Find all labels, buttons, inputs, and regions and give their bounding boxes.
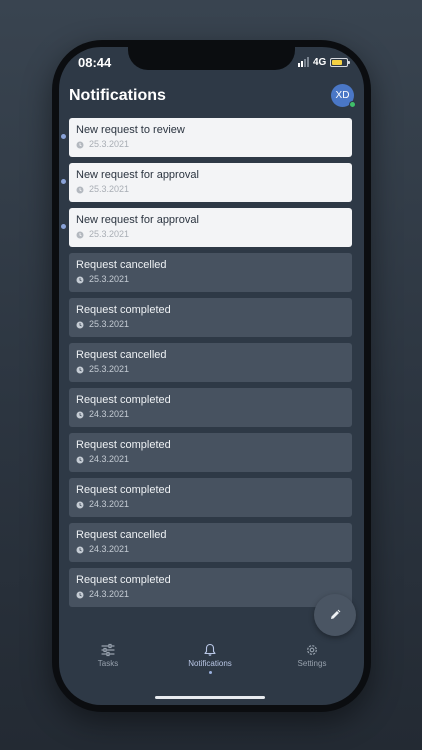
page-title: Notifications: [69, 87, 166, 104]
clock-icon: [76, 186, 84, 193]
notification-title: Request completed: [76, 304, 171, 316]
notification-date: 25.3.2021: [89, 319, 130, 329]
notification-meta: 25.3.2021: [76, 139, 345, 150]
tab-label-notifications: Notifications: [188, 659, 232, 668]
clock-icon: [76, 141, 84, 148]
notification-title: Request completed: [76, 574, 171, 586]
notification-item[interactable]: Request completed 25.3.2021: [69, 298, 352, 337]
notification-title: Request completed: [76, 394, 171, 406]
status-time: 08:44: [78, 55, 112, 70]
home-indicator: [155, 696, 265, 699]
notification-date: 24.3.2021: [89, 499, 130, 509]
tab-settings[interactable]: Settings: [272, 643, 352, 668]
notification-date: 24.3.2021: [89, 589, 130, 599]
gear-icon: [307, 645, 317, 655]
notification-title: Request completed: [76, 484, 171, 496]
notification-date: 24.3.2021: [89, 409, 130, 419]
notification-item[interactable]: Request cancelled 25.3.2021: [69, 253, 352, 292]
notification-meta: 25.3.2021: [76, 184, 345, 195]
clock-icon: [76, 591, 84, 598]
bell-icon: [204, 643, 216, 656]
clock-icon: [76, 276, 84, 283]
notification-item[interactable]: New request to review 25.3.2021: [61, 118, 352, 157]
compose-button[interactable]: [314, 594, 356, 636]
signal-icon: [298, 57, 309, 67]
online-status-dot: [349, 101, 356, 108]
unread-indicator: [61, 179, 66, 184]
pencil-icon: [331, 609, 341, 619]
notification-date: 25.3.2021: [89, 274, 130, 284]
tab-tasks[interactable]: Tasks: [68, 643, 148, 668]
notification-meta: 24.3.2021: [76, 589, 345, 600]
network-type: 4G: [313, 56, 327, 68]
notification-item[interactable]: New request for approval 25.3.2021: [61, 163, 352, 202]
notification-meta: 25.3.2021: [76, 364, 345, 375]
notification-item[interactable]: Request cancelled 25.3.2021: [69, 343, 352, 382]
notification-title: New request for approval: [76, 214, 199, 226]
notification-date: 25.3.2021: [89, 139, 130, 149]
notification-title: New request for approval: [76, 169, 199, 181]
notification-date: 25.3.2021: [89, 229, 130, 239]
notification-item[interactable]: Request completed 24.3.2021: [69, 433, 352, 472]
battery-icon: [330, 57, 351, 67]
clock-icon: [76, 456, 84, 463]
tab-label-tasks: Tasks: [97, 659, 119, 668]
sliders-icon: [101, 643, 115, 657]
unread-indicator: [61, 224, 66, 229]
clock-icon: [76, 501, 84, 508]
notification-title: Request cancelled: [76, 259, 167, 271]
notification-item[interactable]: Request completed 24.3.2021: [69, 478, 352, 517]
notification-meta: 24.3.2021: [76, 544, 345, 555]
notification-meta: 24.3.2021: [76, 454, 345, 465]
notification-title: Request cancelled: [76, 349, 167, 361]
notification-meta: 25.3.2021: [76, 229, 345, 240]
unread-indicator: [61, 134, 66, 139]
notification-item[interactable]: Request cancelled 24.3.2021: [69, 523, 352, 562]
tab-label-settings: Settings: [297, 659, 327, 668]
notification-item[interactable]: New request for approval 25.3.2021: [61, 208, 352, 247]
tab-notifications[interactable]: Notifications: [170, 643, 250, 674]
clock-icon: [76, 366, 84, 373]
clock-icon: [76, 411, 84, 418]
notification-title: New request to review: [76, 124, 185, 136]
clock-icon: [76, 546, 84, 553]
notification-title: Request cancelled: [76, 529, 167, 541]
bottom-tab-bar: Tasks Notifications Settings: [59, 643, 364, 683]
active-tab-indicator: [208, 671, 212, 674]
status-indicators: 4G: [298, 56, 351, 68]
clock-icon: [76, 231, 84, 238]
clock-icon: [76, 321, 84, 328]
notification-meta: 25.3.2021: [76, 274, 345, 285]
avatar-initials: XD: [335, 90, 350, 101]
notification-meta: 25.3.2021: [76, 319, 345, 330]
notification-item[interactable]: Request completed 24.3.2021: [69, 388, 352, 427]
notification-date: 25.3.2021: [89, 184, 130, 194]
notification-item[interactable]: Request completed 24.3.2021: [69, 568, 352, 607]
notification-date: 24.3.2021: [89, 454, 130, 464]
notification-date: 25.3.2021: [89, 364, 130, 374]
notification-list: New request to review 25.3.2021 New reques…: [61, 118, 352, 613]
notch: [128, 47, 295, 70]
notification-meta: 24.3.2021: [76, 409, 345, 420]
notification-meta: 24.3.2021: [76, 499, 345, 510]
notification-date: 24.3.2021: [89, 544, 130, 554]
notification-title: Request completed: [76, 439, 171, 451]
